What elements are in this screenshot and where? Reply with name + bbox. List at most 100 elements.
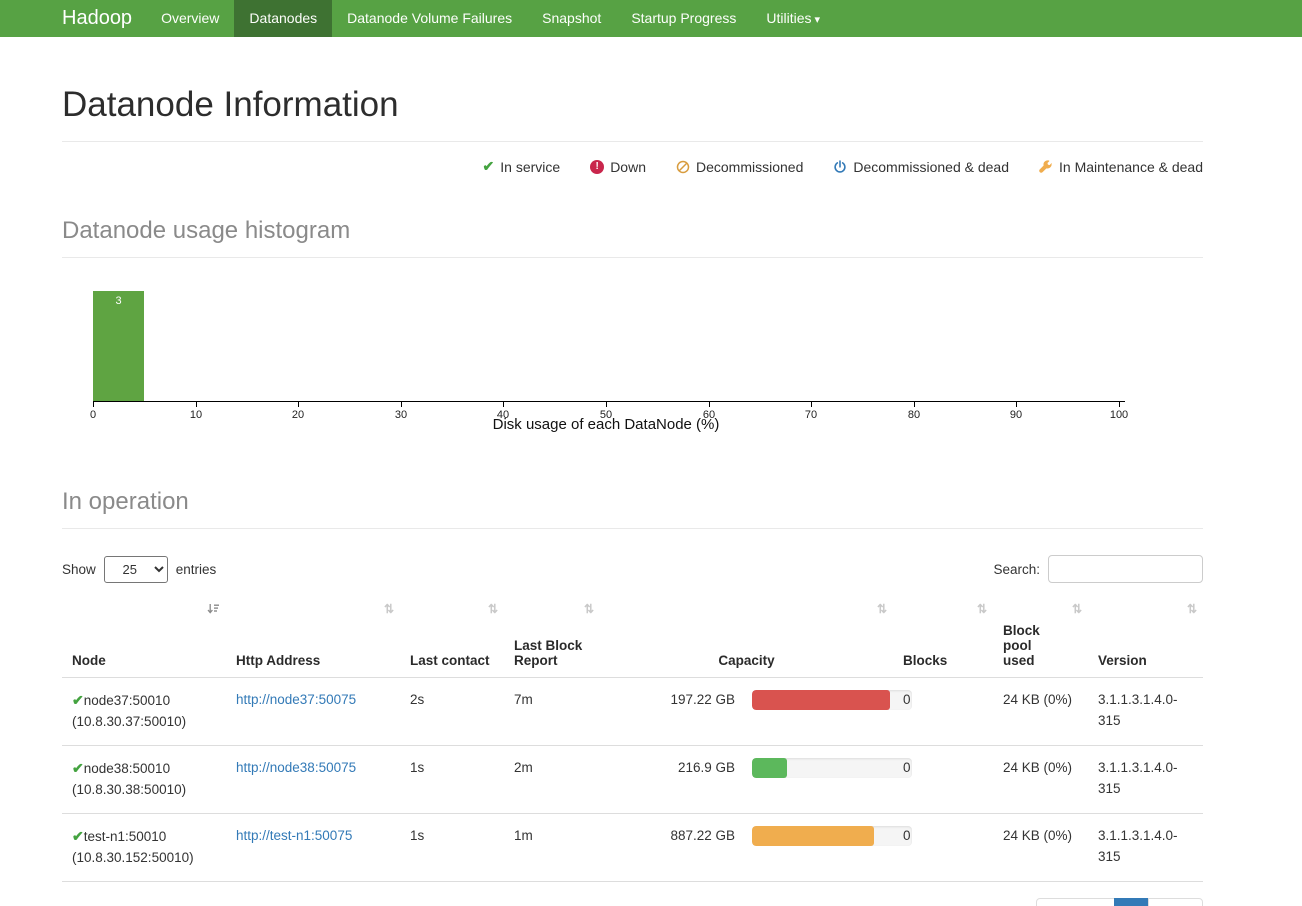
blocks-cell: 0 <box>893 678 993 746</box>
ban-icon <box>676 160 690 174</box>
capacity-bar <box>752 690 912 710</box>
in-service-icon: ✔ <box>72 692 84 708</box>
nav-item-startup-progress[interactable]: Startup Progress <box>616 0 751 37</box>
http-address-link[interactable]: http://node37:50075 <box>236 692 356 707</box>
operation-divider <box>62 528 1203 529</box>
bar-count-label: 3 <box>93 291 144 307</box>
next-page-button[interactable]: Next <box>1148 898 1203 906</box>
block-pool-used-cell: 24 KB (0%) <box>993 745 1088 813</box>
entries-label: entries <box>176 562 217 577</box>
capacity-bar-fill <box>752 758 787 778</box>
pagination: Previous 1 Next <box>1037 898 1203 906</box>
sort-icon: ⇅ <box>977 603 987 615</box>
page-size-select[interactable]: 25 <box>104 556 168 583</box>
nav-item-datanodes[interactable]: Datanodes <box>234 0 332 37</box>
title-divider <box>62 141 1203 142</box>
capacity-cell: 197.22 GB <box>610 690 883 711</box>
capacity-bar <box>752 826 912 846</box>
histogram-section-title: Datanode usage histogram <box>62 217 1203 245</box>
version-cell: 3.1.1.3.1.4.0-315 <box>1088 678 1203 746</box>
http-address-link[interactable]: http://test-n1:50075 <box>236 828 352 843</box>
status-legend: ✔ In service ! Down Decommissioned Decom… <box>62 158 1203 175</box>
page-1-button[interactable]: 1 <box>1114 898 1149 906</box>
column-header-http-address[interactable]: ⇅ Http Address <box>226 597 400 678</box>
previous-page-button[interactable]: Previous <box>1036 898 1115 906</box>
node-name: node38:50010 <box>84 761 170 776</box>
table-header-row: Node ⇅ Http Address ⇅ Last contact ⇅ Las… <box>62 597 1203 678</box>
blocks-cell: 0 <box>893 745 993 813</box>
wrench-icon <box>1039 160 1053 174</box>
legend-label: In service <box>500 159 560 175</box>
datanode-usage-histogram: 3 0 10 20 30 40 50 60 70 80 90 100 Disk … <box>62 278 1203 436</box>
sort-icon: ⇅ <box>488 603 498 615</box>
capacity-value: 216.9 GB <box>610 758 735 779</box>
column-header-last-block-report[interactable]: ⇅ Last Block Report <box>504 597 600 678</box>
sort-icon: ⇅ <box>584 603 594 615</box>
node-cell: ✔node38:50010 (10.8.30.38:50010) <box>62 745 226 813</box>
legend-maintenance-dead: In Maintenance & dead <box>1039 158 1203 175</box>
legend-in-service: ✔ In service <box>483 158 561 175</box>
last-block-report-cell: 2m <box>504 745 600 813</box>
sort-icon: ⇅ <box>877 603 887 615</box>
last-block-report-cell: 1m <box>504 813 600 881</box>
legend-decommissioned-dead: Decommissioned & dead <box>833 158 1009 175</box>
last-contact-cell: 1s <box>400 813 504 881</box>
capacity-cell: 216.9 GB <box>610 758 883 779</box>
sort-asc-icon <box>207 603 220 616</box>
operation-section-title: In operation <box>62 488 1203 516</box>
column-header-version[interactable]: ⇅ Version <box>1088 597 1203 678</box>
x-axis-title: Disk usage of each DataNode (%) <box>93 416 1119 433</box>
column-header-capacity[interactable]: ⇅ Capacity <box>600 597 893 678</box>
in-service-icon: ✔ <box>72 828 84 844</box>
nav-item-snapshot[interactable]: Snapshot <box>527 0 616 37</box>
last-contact-cell: 1s <box>400 745 504 813</box>
legend-label: In Maintenance & dead <box>1059 159 1203 175</box>
last-contact-cell: 2s <box>400 678 504 746</box>
column-header-node[interactable]: Node <box>62 597 226 678</box>
nav-item-overview[interactable]: Overview <box>146 0 234 37</box>
blocks-cell: 0 <box>893 813 993 881</box>
top-navbar: Hadoop Overview Datanodes Datanode Volum… <box>0 0 1302 37</box>
x-axis-line <box>93 401 1125 402</box>
node-ip: (10.8.30.38:50010) <box>72 782 186 797</box>
capacity-cell: 887.22 GB <box>610 826 883 847</box>
histogram-divider <box>62 257 1203 258</box>
sort-icon: ⇅ <box>1072 603 1082 615</box>
caret-down-icon: ▾ <box>815 14 821 26</box>
in-service-icon: ✔ <box>72 760 84 776</box>
column-header-block-pool-used[interactable]: ⇅ Block pool used <box>993 597 1088 678</box>
table-row: ✔node37:50010 (10.8.30.37:50010) http://… <box>62 678 1203 746</box>
block-pool-used-cell: 24 KB (0%) <box>993 678 1088 746</box>
node-ip: (10.8.30.152:50010) <box>72 850 194 865</box>
column-header-blocks[interactable]: ⇅ Blocks <box>893 597 993 678</box>
nav-item-utilities[interactable]: Utilities▾ <box>751 0 835 37</box>
last-block-report-cell: 7m <box>504 678 600 746</box>
node-cell: ✔node37:50010 (10.8.30.37:50010) <box>62 678 226 746</box>
capacity-bar-fill <box>752 690 890 710</box>
table-row: ✔test-n1:50010 (10.8.30.152:50010) http:… <box>62 813 1203 881</box>
power-off-icon <box>833 160 847 174</box>
capacity-value: 197.22 GB <box>610 690 735 711</box>
table-row: ✔node38:50010 (10.8.30.38:50010) http://… <box>62 745 1203 813</box>
legend-label: Down <box>610 159 646 175</box>
version-cell: 3.1.1.3.1.4.0-315 <box>1088 813 1203 881</box>
check-icon: ✔ <box>483 158 495 175</box>
datanodes-table: Node ⇅ Http Address ⇅ Last contact ⇅ Las… <box>62 597 1203 882</box>
legend-down: ! Down <box>590 158 646 175</box>
version-cell: 3.1.1.3.1.4.0-315 <box>1088 745 1203 813</box>
http-address-link[interactable]: http://node38:50075 <box>236 760 356 775</box>
legend-label: Decommissioned & dead <box>853 159 1009 175</box>
block-pool-used-cell: 24 KB (0%) <box>993 813 1088 881</box>
node-cell: ✔test-n1:50010 (10.8.30.152:50010) <box>62 813 226 881</box>
hadoop-brand[interactable]: Hadoop <box>0 0 146 37</box>
histogram-bar: 3 <box>93 291 144 401</box>
column-header-last-contact[interactable]: ⇅ Last contact <box>400 597 504 678</box>
nav-item-datanode-volume-failures[interactable]: Datanode Volume Failures <box>332 0 527 37</box>
node-ip: (10.8.30.37:50010) <box>72 714 186 729</box>
node-name: node37:50010 <box>84 693 170 708</box>
search-label: Search: <box>993 562 1040 577</box>
sort-icon: ⇅ <box>1187 603 1197 615</box>
search-input[interactable] <box>1048 555 1203 583</box>
exclamation-circle-icon: ! <box>590 160 604 174</box>
node-name: test-n1:50010 <box>84 829 167 844</box>
